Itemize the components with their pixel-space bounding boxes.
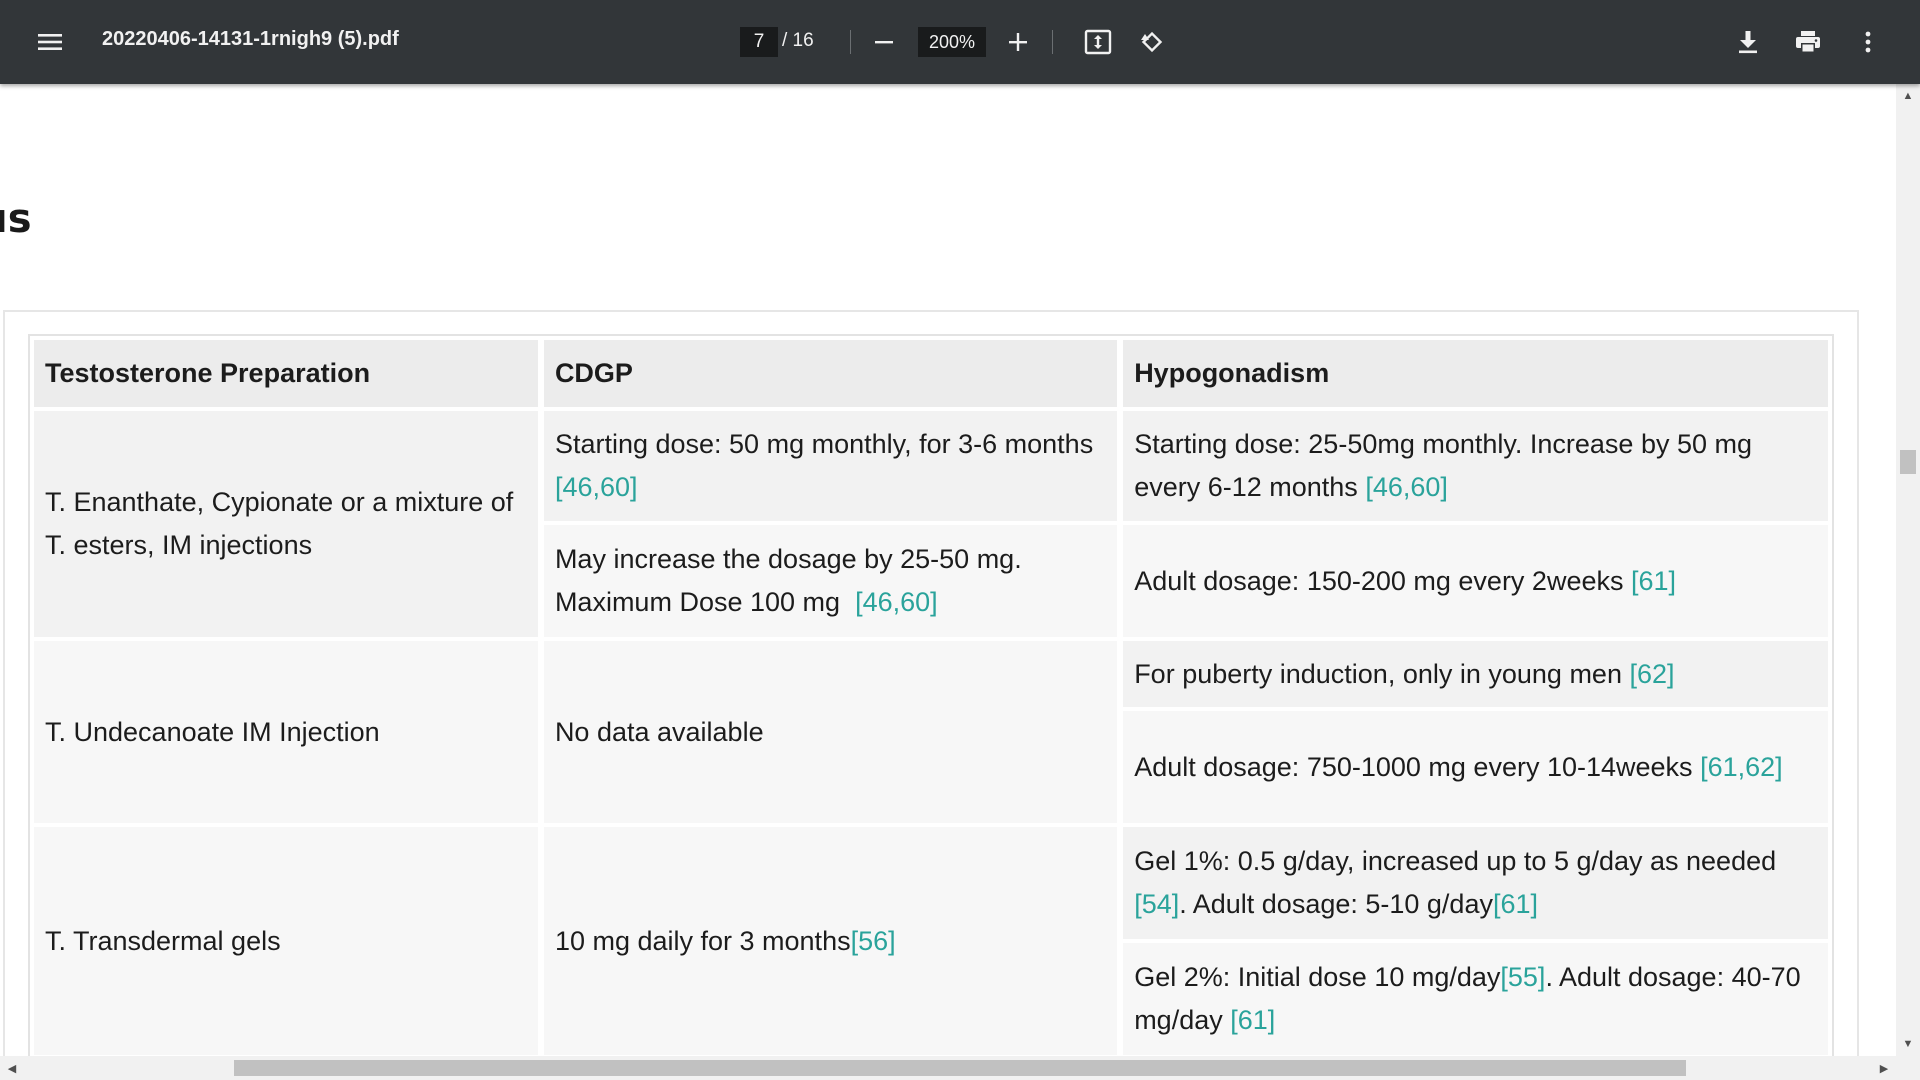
cell-preparation: T. Undecanoate IM Injection (34, 641, 538, 823)
cell-text: No data available (554, 716, 764, 747)
vertical-scroll-thumb[interactable] (1900, 450, 1916, 474)
cell-text: Gel 2%: Initial dose 10 mg/day (1134, 962, 1501, 992)
dosage-table-frame: Testosterone Preparation CDGP Hypogonadi… (28, 334, 1834, 1056)
table-row: T. Enanthate, Cypionate or a mixture of … (34, 411, 1828, 637)
document-title: 20220406-14131-1rnigh9 (5).pdf (102, 28, 399, 50)
cell-hypogonadism: Starting dose: 25-50mg monthly. Increase… (1123, 411, 1828, 521)
download-button[interactable] (1728, 22, 1768, 62)
scroll-down-arrow-icon[interactable]: ▼ (1896, 1032, 1920, 1056)
toolbar-divider (1052, 30, 1053, 54)
header-testosterone-preparation: Testosterone Preparation (34, 340, 538, 407)
vertical-scrollbar[interactable]: ▲ ▼ (1896, 84, 1920, 1056)
cell-text: T. Transdermal gels (45, 925, 281, 956)
cell-hypogonadism: For puberty induction, only in young men… (1123, 641, 1828, 707)
cell-cdgp: 10 mg daily for 3 months[56] (543, 827, 1118, 1055)
section-heading-fragment: ıs (0, 196, 32, 242)
zoom-level-input[interactable] (918, 27, 986, 57)
cell-text: T. Enanthate, Cypionate or a mixture of … (45, 487, 514, 560)
menu-button[interactable] (30, 22, 70, 62)
citation-link[interactable]: [54] (1134, 889, 1179, 919)
citation-link[interactable]: [61,62] (1700, 752, 1783, 782)
cell-text: Starting dose: 50 mg monthly, for 3-6 mo… (554, 429, 1094, 459)
table-row: T. Undecanoate IM Injection No data avai… (34, 641, 1828, 823)
cell-text: T. Undecanoate IM Injection (45, 716, 380, 747)
zoom-out-button[interactable] (864, 22, 904, 62)
more-actions-button[interactable] (1848, 22, 1888, 62)
hamburger-menu-icon (38, 34, 62, 50)
cell-text: Adult dosage: 150-200 mg every 2weeks (1134, 565, 1624, 596)
print-icon (1796, 31, 1820, 53)
header-cdgp: CDGP (543, 340, 1118, 407)
cell-text: For puberty induction, only in young men (1134, 658, 1622, 689)
plus-icon (1009, 33, 1027, 51)
horizontal-scrollbar[interactable]: ◀ ▶ (0, 1056, 1896, 1080)
cell-text: 10 mg daily for 3 months (554, 925, 851, 956)
cell-hypogonadism: Gel 2%: Initial dose 10 mg/day[55]. Adul… (1123, 943, 1828, 1055)
print-button[interactable] (1788, 22, 1828, 62)
cell-cdgp: May increase the dosage by 25-50 mg. Max… (543, 525, 1118, 637)
cell-preparation: T. Enanthate, Cypionate or a mixture of … (34, 411, 538, 637)
zoom-in-button[interactable] (998, 22, 1038, 62)
citation-link[interactable]: [61] (1493, 889, 1538, 919)
citation-link[interactable]: [61] (1631, 566, 1676, 596)
download-icon (1739, 31, 1757, 54)
page-number-input[interactable] (740, 27, 778, 57)
cell-cdgp: No data available (543, 641, 1118, 823)
scrollbar-corner (1896, 1056, 1920, 1080)
cell-text: Adult dosage: 750-1000 mg every 10-14wee… (1134, 751, 1693, 782)
citation-link[interactable]: [55] (1500, 962, 1545, 992)
rotate-counterclockwise-icon (1141, 31, 1163, 53)
citation-link[interactable]: [46,60] (1365, 472, 1448, 502)
table-row: T. Transdermal gels 10 mg daily for 3 mo… (34, 827, 1828, 1055)
rotate-button[interactable] (1132, 22, 1172, 62)
more-vertical-icon (1865, 31, 1871, 53)
toolbar-divider (850, 30, 851, 54)
scroll-left-arrow-icon[interactable]: ◀ (0, 1056, 24, 1080)
cell-text: . Adult dosage: 5-10 g/day (1179, 889, 1493, 919)
scroll-right-arrow-icon[interactable]: ▶ (1872, 1056, 1896, 1080)
pdf-toolbar: 20220406-14131-1rnigh9 (5).pdf / 16 (0, 0, 1920, 84)
citation-link[interactable]: [61] (1230, 1005, 1275, 1035)
citation-link[interactable]: [56] (851, 926, 896, 956)
page-total: / 16 (782, 30, 814, 51)
dosage-table: Testosterone Preparation CDGP Hypogonadi… (28, 336, 1834, 1056)
fit-to-page-button[interactable] (1078, 22, 1118, 62)
cell-preparation: T. Transdermal gels (34, 827, 538, 1055)
cell-hypogonadism: Adult dosage: 150-200 mg every 2weeks [6… (1123, 525, 1828, 637)
scroll-up-arrow-icon[interactable]: ▲ (1896, 84, 1920, 108)
horizontal-scroll-thumb[interactable] (234, 1060, 1686, 1076)
pdf-viewport[interactable]: ıs Testosterone Preparation CDGP Hypogon… (0, 84, 1896, 1056)
cell-hypogonadism: Gel 1%: 0.5 g/day, increased up to 5 g/d… (1123, 827, 1828, 939)
cell-hypogonadism: Adult dosage: 750-1000 mg every 10-14wee… (1123, 711, 1828, 823)
citation-link[interactable]: [46,60] (555, 472, 638, 502)
header-hypogonadism: Hypogonadism (1123, 340, 1828, 407)
cell-cdgp: Starting dose: 50 mg monthly, for 3-6 mo… (543, 411, 1118, 521)
citation-link[interactable]: [46,60] (855, 587, 938, 617)
citation-link[interactable]: [62] (1629, 659, 1674, 689)
table-header-row: Testosterone Preparation CDGP Hypogonadi… (34, 340, 1828, 407)
cell-text: May increase the dosage by 25-50 mg. Max… (554, 544, 1022, 617)
cell-text: Gel 1%: 0.5 g/day, increased up to 5 g/d… (1134, 846, 1777, 876)
minus-icon (875, 41, 893, 44)
fit-to-page-icon (1084, 29, 1112, 55)
